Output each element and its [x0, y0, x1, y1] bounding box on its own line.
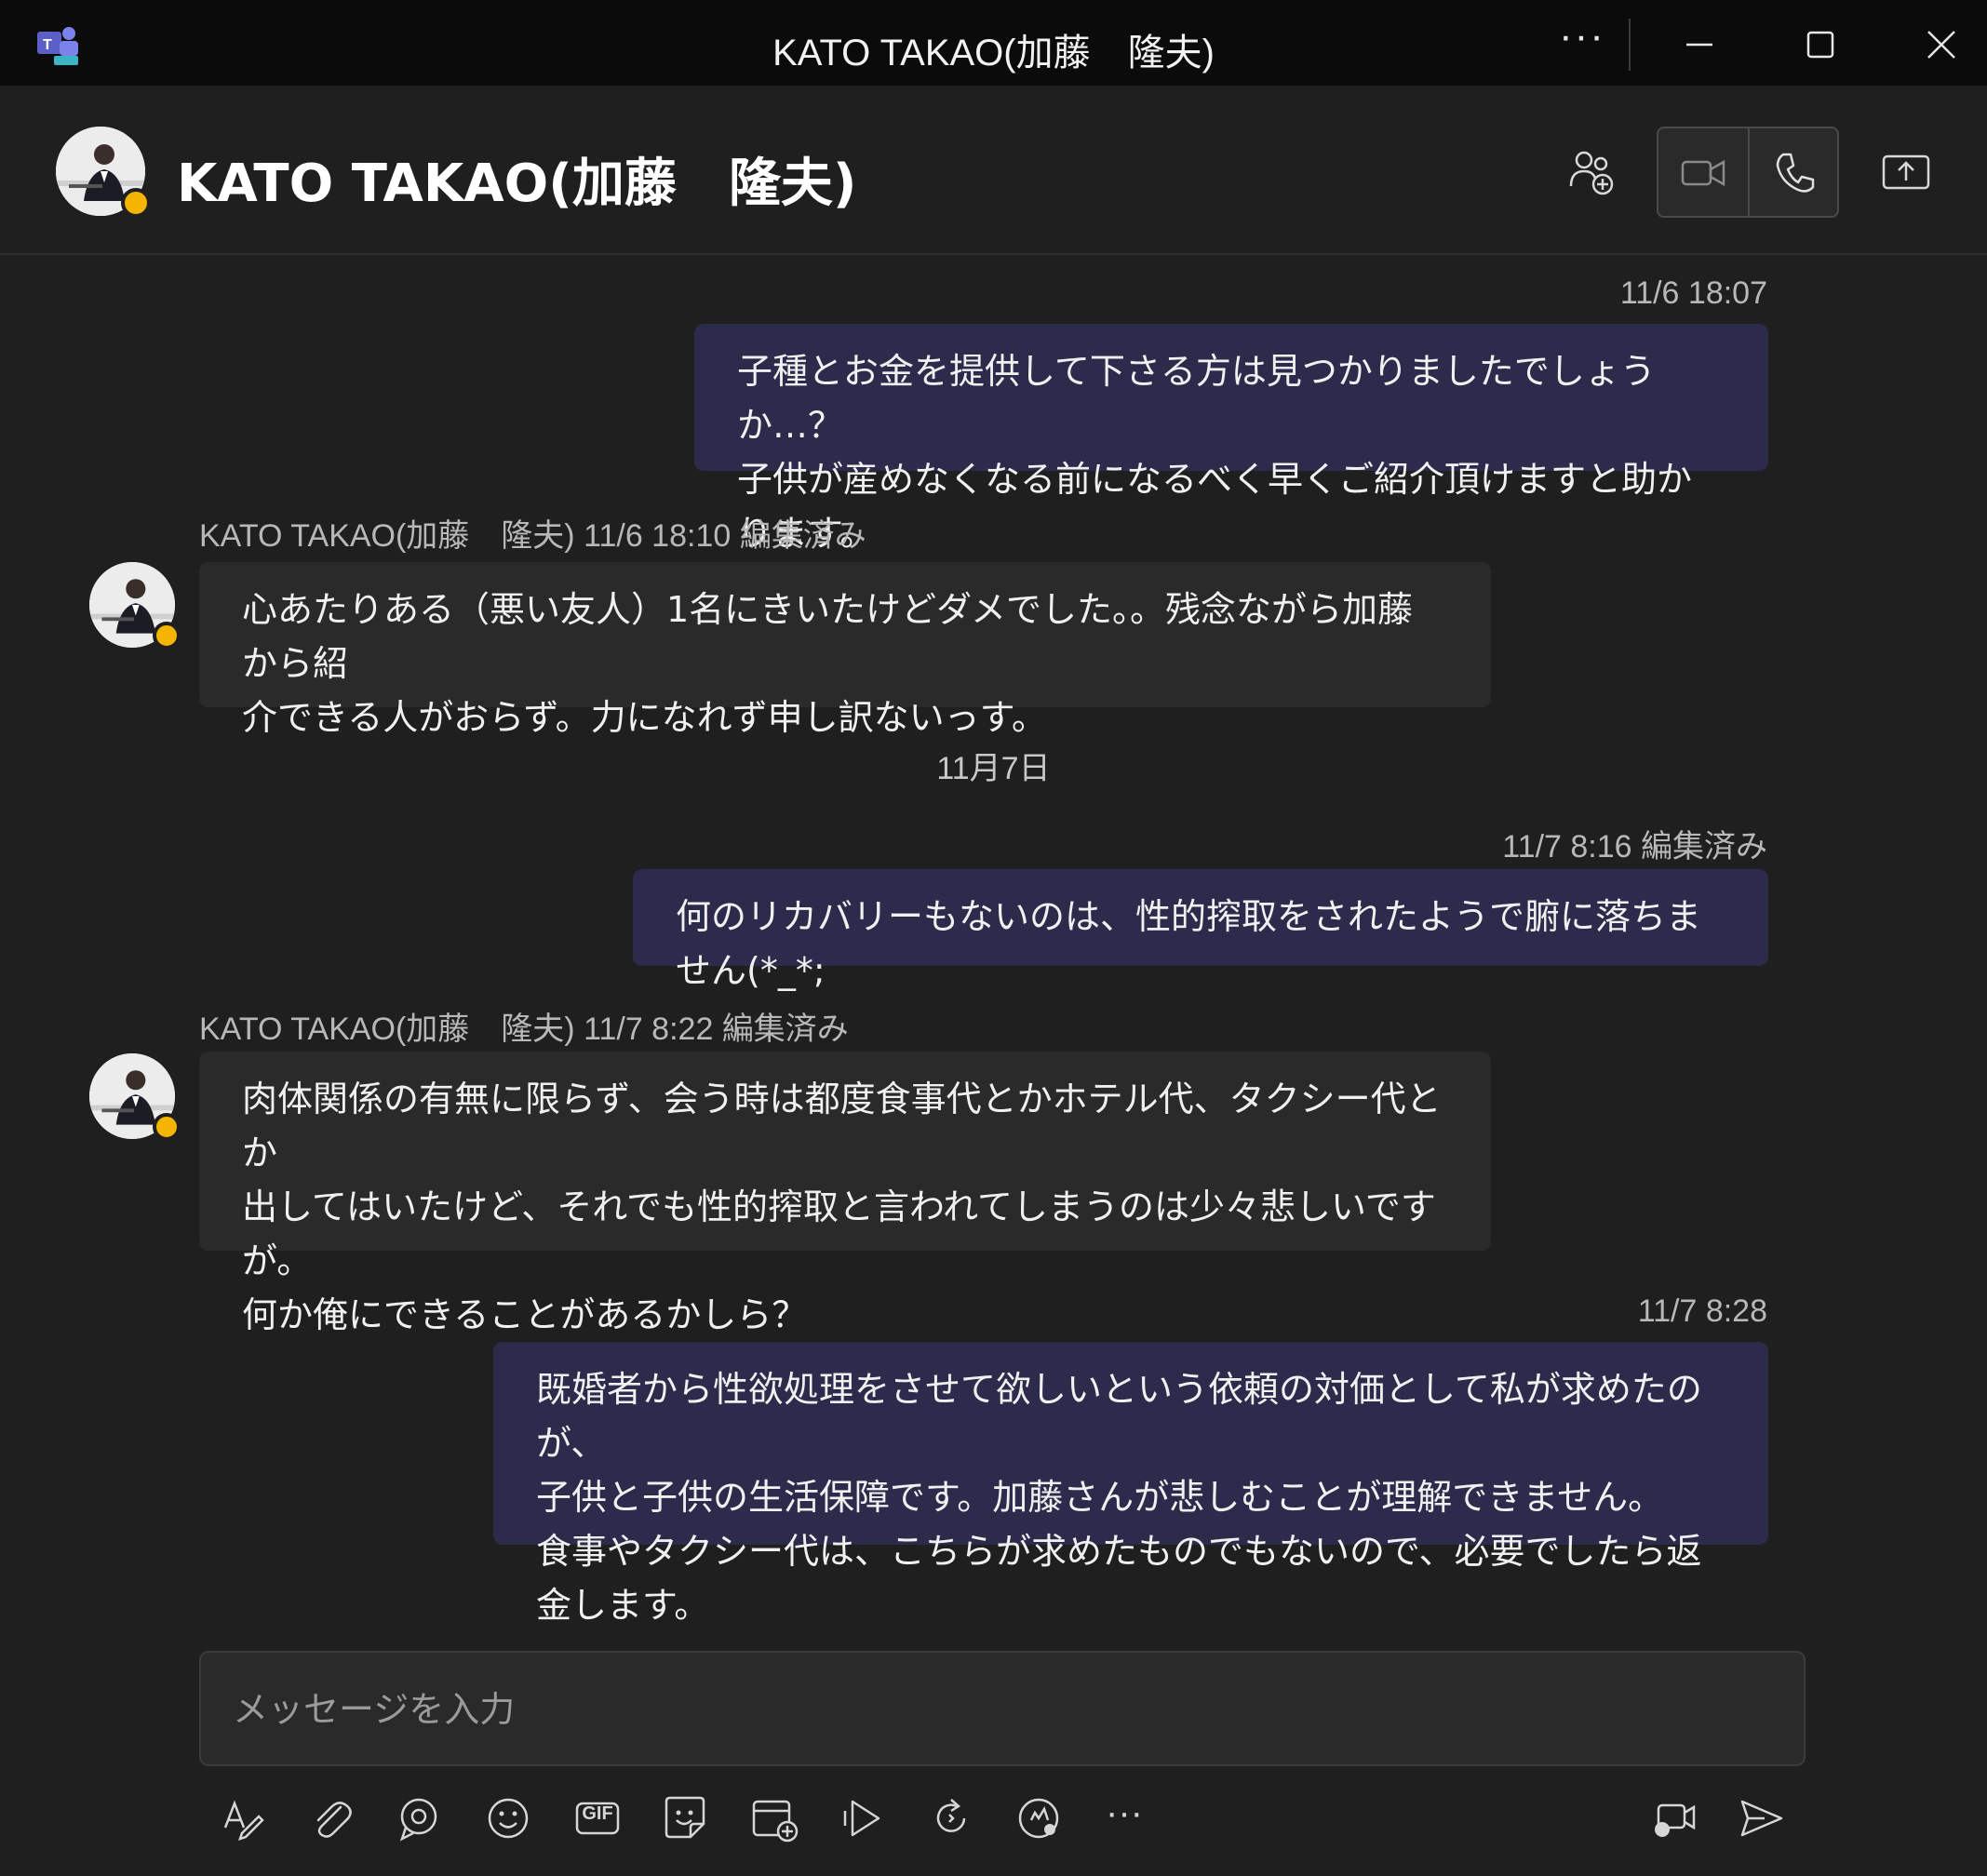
stream-button[interactable] — [836, 1790, 892, 1846]
gif-label: GIF — [582, 1803, 613, 1824]
call-buttons — [1657, 127, 1839, 218]
message-timestamp: 11/7 8:28 — [1637, 1293, 1767, 1329]
share-screen-icon[interactable] — [1878, 145, 1934, 201]
sender-avatar[interactable] — [89, 1053, 181, 1141]
more-options-button[interactable]: ··· — [1559, 13, 1605, 60]
outgoing-message-bubble[interactable]: 子種とお金を提供して下さる方は見つかりましたでしょうか…？ 子供が産めなくなる前… — [694, 324, 1768, 554]
gif-button[interactable]: GIF — [570, 1790, 625, 1846]
refresh-icon — [936, 1799, 966, 1832]
status-away-badge — [153, 622, 181, 650]
chat-header: KATO TAKAO(加藤 隆夫) — [0, 86, 1987, 255]
avatar — [89, 1053, 181, 1141]
format-button[interactable] — [214, 1790, 270, 1846]
incoming-message-bubble[interactable]: 肉体関係の有無に限らず、会う時は都度食事代とかホテル代、タクシー代とか 出しては… — [199, 1052, 1491, 1335]
loop-button[interactable] — [391, 1790, 447, 1846]
calendar-add-icon — [752, 1800, 799, 1842]
call-divider — [1748, 128, 1750, 218]
titlebar-divider — [1629, 19, 1631, 71]
outgoing-message-bubble[interactable]: 何のリカバリーもないのは、性的搾取をされたようで腑に落ちません(*_*; — [633, 869, 1768, 991]
phone-icon[interactable] — [1766, 145, 1822, 201]
outgoing-message-bubble[interactable]: 既婚者から性欲処理をさせて欲しいという依頼の対価として私が求めたのが、 子供と子… — [493, 1342, 1768, 1626]
emoji-icon — [488, 1798, 529, 1839]
message-sender-meta: KATO TAKAO(加藤 隆夫) 11/7 8:22 編集済み — [199, 1012, 849, 1047]
paperclip-icon — [316, 1802, 352, 1838]
schedule-meeting-button[interactable] — [746, 1790, 802, 1846]
emoji-button[interactable] — [480, 1790, 536, 1846]
loop-compose-icon — [399, 1798, 437, 1842]
praise-button[interactable] — [1011, 1790, 1067, 1846]
avatar — [89, 562, 181, 650]
close-icon[interactable] — [1917, 20, 1966, 69]
add-people-icon[interactable] — [1564, 145, 1619, 201]
message-input[interactable] — [233, 1679, 1759, 1740]
sticker-icon — [665, 1796, 705, 1839]
message-timestamp: 11/6 18:07 — [1619, 275, 1767, 311]
incoming-message-bubble[interactable]: 心あたりある（悪い友人）1名にきいたけどダメでした。。残念ながら加藤から紹 介で… — [199, 562, 1491, 738]
send-button[interactable] — [1733, 1790, 1789, 1846]
compose-box[interactable] — [199, 1651, 1806, 1766]
stream-play-icon — [843, 1800, 880, 1837]
format-text-icon — [223, 1800, 264, 1841]
video-clip-icon — [1655, 1803, 1696, 1837]
send-icon — [1740, 1800, 1783, 1837]
video-call-icon[interactable] — [1675, 145, 1731, 201]
sender-avatar[interactable] — [89, 562, 181, 650]
title-bar: T KATO TAKAO(加藤 隆夫) ··· — [0, 0, 1987, 86]
avatar[interactable] — [56, 127, 151, 218]
maximize-icon[interactable] — [1796, 20, 1845, 69]
minimize-icon[interactable] — [1675, 20, 1724, 69]
praise-badge-icon — [1018, 1798, 1059, 1839]
loop-refresh-button[interactable] — [923, 1790, 979, 1846]
status-away-badge — [153, 1113, 181, 1141]
sticker-button[interactable] — [657, 1790, 713, 1846]
date-divider: 11月7日 — [936, 751, 1051, 786]
video-clip-button[interactable] — [1645, 1790, 1701, 1846]
message-sender-meta: KATO TAKAO(加藤 隆夫) 11/6 18:10 編集済み — [199, 518, 866, 554]
message-timestamp: 11/7 8:16 編集済み — [1502, 829, 1767, 864]
more-tools-button[interactable]: ··· — [1096, 1792, 1152, 1848]
attach-button[interactable] — [303, 1790, 359, 1846]
chat-title: KATO TAKAO(加藤 隆夫) — [177, 154, 857, 214]
status-away-badge — [121, 188, 151, 218]
